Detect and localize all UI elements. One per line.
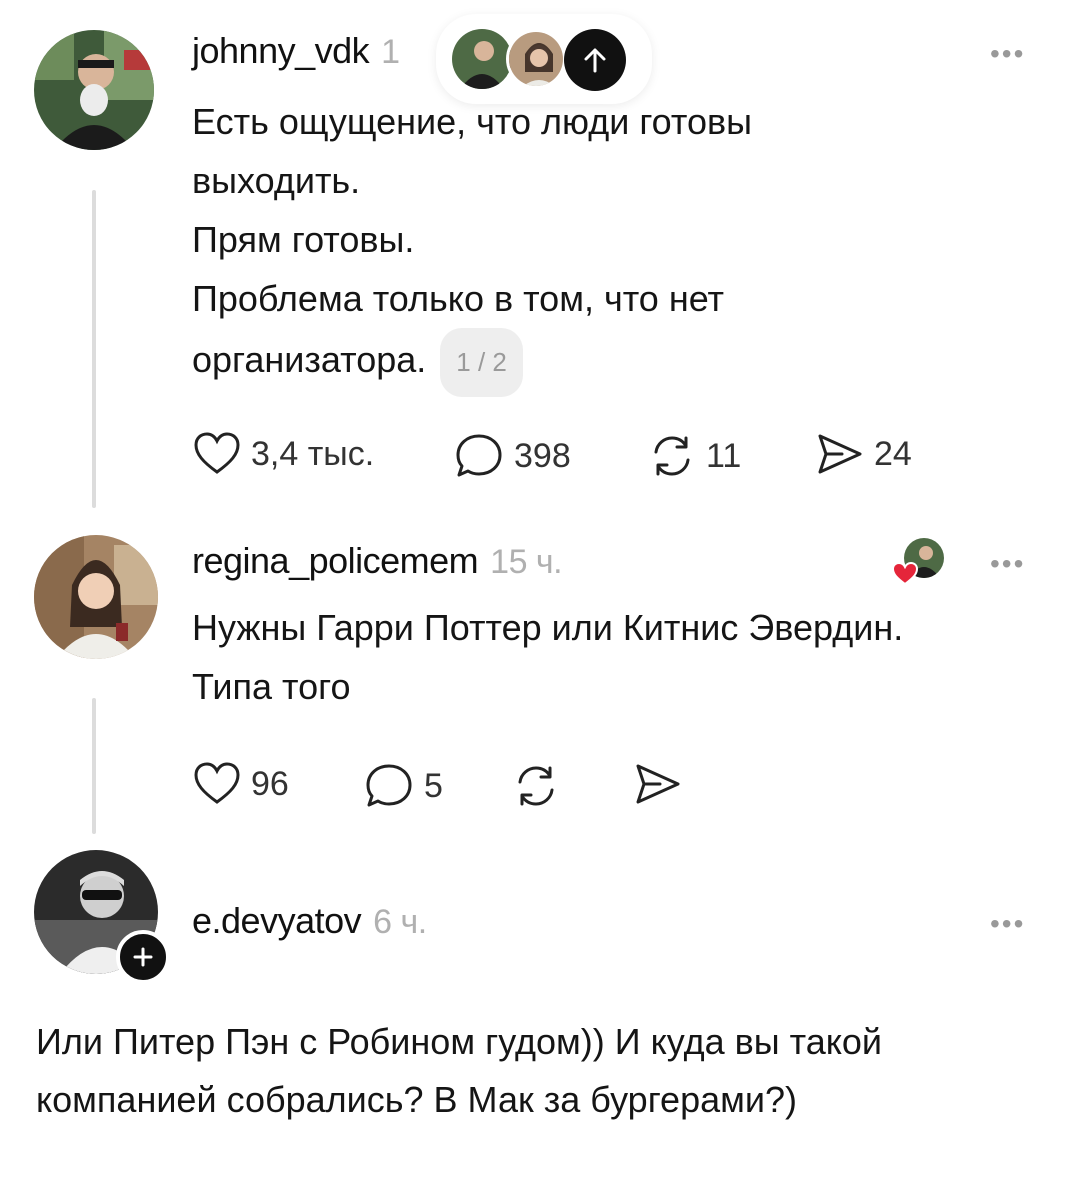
text-line: Есть ощущение, что люди готовы bbox=[192, 101, 753, 142]
repost-button[interactable] bbox=[512, 762, 560, 810]
like-button[interactable]: 96 bbox=[193, 762, 289, 806]
more-icon: ••• bbox=[990, 38, 1026, 69]
text-line: Проблема только в том, что нет bbox=[192, 278, 725, 319]
username[interactable]: regina_policemem 15 ч. bbox=[192, 540, 563, 582]
arrow-up-icon bbox=[584, 48, 606, 73]
username[interactable]: johnny_vdk 1 bbox=[192, 30, 400, 72]
heart-icon bbox=[194, 762, 240, 804]
share-button[interactable]: 24 bbox=[816, 432, 912, 476]
comment-count: 5 bbox=[424, 766, 443, 805]
repost-icon bbox=[654, 436, 690, 476]
avatar-regina-policemem[interactable] bbox=[34, 535, 158, 659]
like-count: 3,4 тыс. bbox=[251, 434, 375, 473]
text-body: Или Питер Пэн с Робином гудом)) И куда в… bbox=[36, 1021, 883, 1120]
participants-bar[interactable] bbox=[436, 14, 652, 104]
more-menu-button[interactable]: ••• bbox=[990, 908, 1025, 940]
text-line: выходить. bbox=[192, 160, 361, 201]
comment-button[interactable]: 5 bbox=[364, 762, 443, 810]
post-text: Или Питер Пэн с Робином гудом)) И куда в… bbox=[36, 1013, 936, 1129]
more-menu-button[interactable]: ••• bbox=[990, 38, 1025, 70]
username[interactable]: e.devyatov 6 ч. bbox=[192, 900, 427, 942]
avatar-johnny-vdk[interactable] bbox=[34, 30, 154, 150]
image-counter[interactable]: 1 / 2 bbox=[440, 328, 523, 397]
post-text: Нужны Гарри Поттер или Китнис Эвердин. Т… bbox=[192, 598, 1052, 716]
participant-avatar bbox=[506, 29, 566, 89]
author-liked-indicator bbox=[892, 538, 952, 588]
comment-icon bbox=[456, 434, 502, 477]
like-button[interactable]: 3,4 тыс. bbox=[193, 432, 374, 476]
text-line: Типа того bbox=[192, 666, 351, 707]
repost-icon bbox=[518, 766, 554, 806]
heart-icon bbox=[892, 562, 918, 586]
share-count: 24 bbox=[874, 434, 912, 473]
text-line: организатора. 1 / 2 bbox=[192, 328, 1032, 397]
repost-count: 11 bbox=[706, 436, 742, 475]
follow-button[interactable] bbox=[116, 930, 170, 984]
more-icon: ••• bbox=[990, 908, 1026, 939]
post-text: Есть ощущение, что люди готовы выходить.… bbox=[192, 92, 1032, 397]
plus-icon bbox=[133, 947, 153, 967]
scroll-up-button[interactable] bbox=[564, 29, 626, 91]
share-button[interactable] bbox=[634, 762, 682, 806]
more-icon: ••• bbox=[990, 548, 1026, 579]
thread-line bbox=[92, 698, 96, 834]
share-icon bbox=[818, 434, 862, 474]
text-line: Прям готовы. bbox=[192, 219, 415, 260]
like-count: 96 bbox=[251, 764, 289, 803]
repost-button[interactable]: 11 bbox=[648, 432, 741, 480]
thread-line bbox=[92, 190, 96, 508]
text-line: Нужны Гарри Поттер или Китнис Эвердин. bbox=[192, 607, 904, 648]
comment-count: 398 bbox=[514, 436, 571, 475]
comment-icon bbox=[366, 764, 412, 807]
more-menu-button[interactable]: ••• bbox=[990, 548, 1025, 580]
comment-button[interactable]: 398 bbox=[454, 432, 571, 480]
share-icon bbox=[636, 764, 680, 804]
participant-avatar bbox=[452, 29, 512, 89]
heart-icon bbox=[194, 432, 240, 474]
